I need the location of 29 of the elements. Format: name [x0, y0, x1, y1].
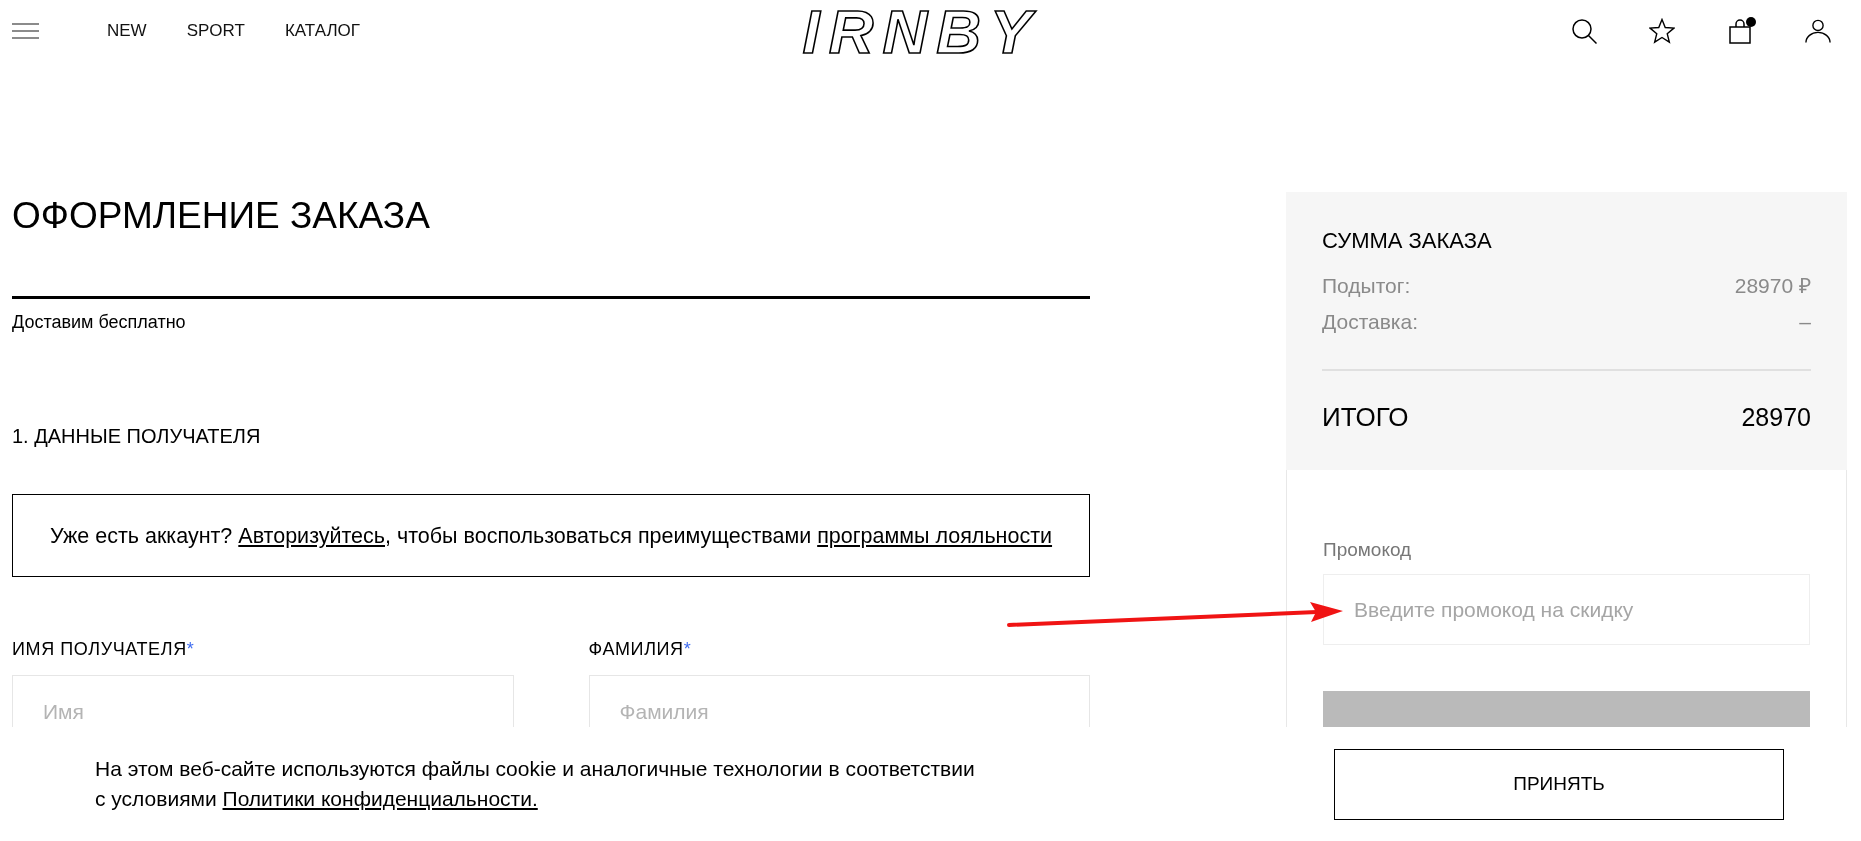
user-icon[interactable] — [1805, 18, 1831, 44]
total-value: 28970 — [1741, 402, 1811, 433]
star-icon[interactable] — [1649, 18, 1675, 44]
nav-link[interactable]: NEW — [107, 21, 147, 41]
privacy-policy-link[interactable]: Политики конфиденциальности. — [222, 787, 538, 810]
inline-link[interactable]: программы лояльности — [817, 523, 1053, 548]
inline-link[interactable]: Авторизуйтесь, — [238, 523, 391, 548]
summary-label: Подытог: — [1322, 273, 1411, 299]
page-title: ОФОРМЛЕНИЕ ЗАКАЗА — [12, 194, 431, 237]
nav-link[interactable]: SPORT — [186, 21, 245, 41]
summary-value: 28970 ₽ — [1734, 273, 1811, 299]
total-label: ИТОГО — [1322, 401, 1409, 433]
shopping-bag-icon[interactable] — [1727, 18, 1753, 44]
login-notice: Уже есть аккаунт? Авторизуйтесь, чтобы воспользоваться преимуществами программы лояльности — [49, 522, 1053, 549]
logo[interactable]: IRNBY — [802, 5, 1041, 58]
field-label: ФАМИЛИЯ* — [588, 639, 693, 659]
summary-title: СУММА ЗАКАЗА — [1322, 229, 1493, 252]
search-icon[interactable] — [1571, 18, 1597, 44]
delivery-note: Доставим бесплатно — [12, 312, 187, 332]
promo-code-field[interactable]: Введите промокод на скидку — [1323, 574, 1810, 645]
accept-button[interactable]: ПРИНЯТЬ — [1334, 748, 1784, 820]
nav-link[interactable]: КАТАЛОГ — [284, 21, 360, 41]
cookie-notice: На этом веб-сайте используются файлы cookie и аналогичные технологии в соответствии с условиями Политики конфиденциальности. — [95, 756, 976, 812]
section-title: 1. ДАННЫЕ ПОЛУЧАТЕЛЯ — [12, 425, 262, 447]
menu-icon[interactable] — [12, 23, 39, 39]
summary-label: Доставка: — [1322, 309, 1419, 335]
summary-value: – — [1799, 309, 1811, 335]
promo-label: Промокод — [1323, 539, 1413, 560]
field-label: ИМЯ ПОЛУЧАТЕЛЯ* — [12, 639, 196, 659]
